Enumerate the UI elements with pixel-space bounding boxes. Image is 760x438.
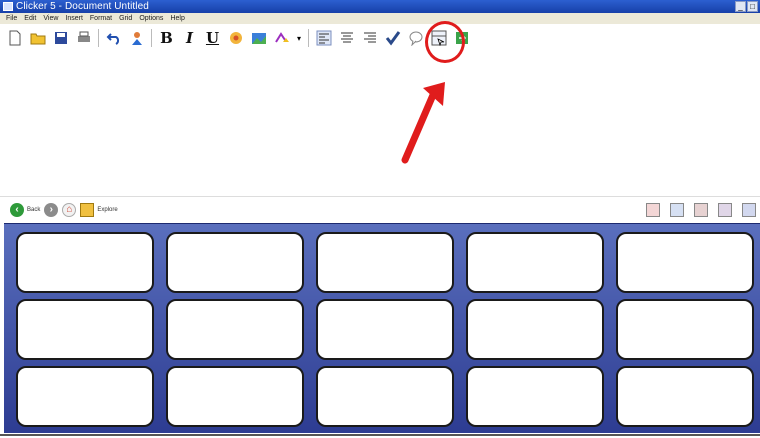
grid-cell[interactable] <box>316 366 454 427</box>
window-controls: _ □ <box>735 1 758 12</box>
bold-button[interactable]: B <box>158 29 175 47</box>
menu-format[interactable]: Format <box>90 13 112 24</box>
menu-insert[interactable]: Insert <box>65 13 83 24</box>
menu-view[interactable]: View <box>43 13 58 24</box>
toolbar-separator <box>151 29 152 47</box>
print-icon[interactable] <box>75 30 92 47</box>
back-arrow-icon: ‹ <box>10 202 24 217</box>
menu-options[interactable]: Options <box>139 13 163 24</box>
grid-edit-icon[interactable] <box>694 203 708 217</box>
grid-cell[interactable] <box>616 232 754 293</box>
menu-file[interactable]: File <box>6 13 17 24</box>
speak-icon[interactable] <box>128 30 145 47</box>
clicker-grid <box>4 223 760 433</box>
home-icon[interactable]: ⌂ <box>62 202 77 217</box>
grid-cell[interactable] <box>616 366 754 427</box>
toolbar-separator <box>308 29 309 47</box>
document-area[interactable] <box>0 52 760 192</box>
explore-icon <box>80 202 95 217</box>
grid-cell[interactable] <box>316 232 454 293</box>
italic-button[interactable]: I <box>181 29 198 47</box>
spellcheck-icon[interactable] <box>273 30 290 47</box>
align-center-icon[interactable] <box>338 30 355 47</box>
undo-icon[interactable] <box>105 30 122 47</box>
grid-format-icon[interactable] <box>718 203 732 217</box>
maximize-button[interactable]: □ <box>747 1 758 12</box>
toolbar-separator <box>98 29 99 47</box>
toolbar: B I U ▾ <box>0 24 760 52</box>
checkmark-icon[interactable] <box>384 30 401 47</box>
underline-button[interactable]: U <box>204 29 221 47</box>
grid-cell[interactable] <box>466 232 604 293</box>
menu-edit[interactable]: Edit <box>24 13 36 24</box>
grid-cell[interactable] <box>16 232 154 293</box>
explore-button[interactable]: Explore <box>80 202 118 217</box>
grid-cell[interactable] <box>466 366 604 427</box>
grid-cell[interactable] <box>616 299 754 360</box>
align-left-icon[interactable] <box>315 30 332 47</box>
align-right-icon[interactable] <box>361 30 378 47</box>
grid-tools <box>646 203 756 217</box>
back-button[interactable]: ‹ Back <box>10 202 41 217</box>
speech-bubble-icon[interactable] <box>407 30 424 47</box>
app-icon <box>3 2 13 11</box>
menu-bar: File Edit View Insert Format Grid Option… <box>0 13 760 24</box>
menu-help[interactable]: Help <box>170 13 184 24</box>
menu-grid[interactable]: Grid <box>119 13 132 24</box>
back-label: Back <box>27 206 41 213</box>
dropdown-arrow-icon[interactable]: ▾ <box>296 30 302 47</box>
grid-cell[interactable] <box>16 366 154 427</box>
open-folder-icon[interactable] <box>29 30 46 47</box>
minimize-button[interactable]: _ <box>735 1 746 12</box>
bottom-border <box>0 434 760 436</box>
annotation-circle <box>425 21 465 63</box>
grid-settings-icon[interactable] <box>742 203 756 217</box>
save-icon[interactable] <box>52 30 69 47</box>
annotation-arrow-icon <box>401 82 445 164</box>
grid-cell[interactable] <box>316 299 454 360</box>
grid-cell[interactable] <box>16 299 154 360</box>
color-icon[interactable] <box>227 30 244 47</box>
grid-cell[interactable] <box>166 299 304 360</box>
window-title: Clicker 5 - Document Untitled <box>16 1 149 12</box>
new-document-icon[interactable] <box>6 30 23 47</box>
grid-layout-icon[interactable] <box>670 203 684 217</box>
grid-cell[interactable] <box>166 366 304 427</box>
picture-icon[interactable] <box>250 30 267 47</box>
title-bar: Clicker 5 - Document Untitled _ □ <box>0 0 760 13</box>
grid-cell[interactable] <box>166 232 304 293</box>
grid-toolbar: ‹ Back › ⌂ Explore <box>0 196 760 222</box>
forward-arrow-icon[interactable]: › <box>44 202 59 217</box>
grid-cell[interactable] <box>466 299 604 360</box>
explore-label: Explore <box>97 206 118 213</box>
grid-tool-icon[interactable] <box>646 203 660 217</box>
